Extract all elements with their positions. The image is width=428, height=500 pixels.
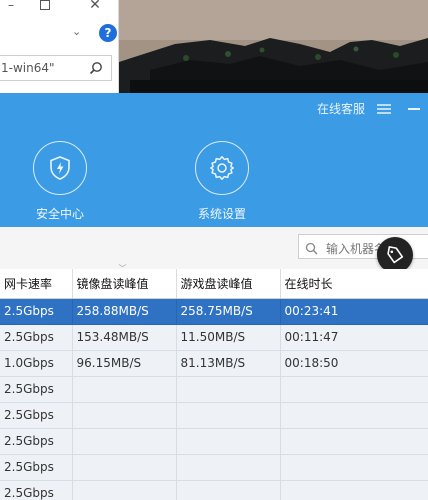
sort-chevron-icon: ﹀	[118, 264, 127, 273]
cell-online-time	[280, 480, 428, 500]
cell-nic-speed: 2.5Gbps	[0, 402, 73, 429]
cell-online-time	[280, 376, 428, 403]
table-row[interactable]: 2.5Gbps 153.48MB/S 11.50MB/S 00:11:47	[0, 324, 428, 351]
hamburger-menu-icon[interactable]	[377, 100, 391, 119]
column-header-label: 在线时长	[284, 276, 333, 291]
column-header-label: 游戏盘读峰值	[180, 276, 253, 291]
search-icon	[305, 240, 318, 259]
cell-game-peak	[176, 428, 281, 455]
nav-security-center[interactable]: 安全中心	[20, 141, 100, 222]
online-service-link[interactable]: 在线客服	[317, 100, 365, 117]
cell-nic-speed: 2.5Gbps	[0, 376, 73, 403]
table-header-row: 网卡速率 ﹀ 镜像盘读峰值 游戏盘读峰值 在线时长	[0, 264, 428, 299]
explorer-search-value: 1-win64"	[1, 61, 55, 75]
column-header-image-peak[interactable]: ﹀ 镜像盘读峰值	[72, 264, 177, 299]
cell-nic-speed: 1.0Gbps	[0, 350, 73, 377]
cell-game-peak: 81.13MB/S	[176, 350, 281, 377]
cell-game-peak: 11.50MB/S	[176, 324, 281, 351]
cell-online-time: 00:18:50	[280, 350, 428, 377]
column-header-online-time[interactable]: 在线时长	[280, 269, 428, 299]
nav-system-settings[interactable]: 系统设置	[182, 141, 262, 222]
filter-bar: 输入机器名	[0, 227, 428, 269]
explorer-window: – ✕ ⌄ ? 1-win64"	[0, 0, 119, 93]
cell-image-peak: 258.88MB/S	[72, 298, 177, 325]
table-row[interactable]: 2.5Gbps	[0, 480, 428, 500]
column-header-label: 网卡速率	[4, 276, 53, 291]
cell-image-peak	[72, 428, 177, 455]
cell-image-peak	[72, 454, 177, 481]
minimize-icon[interactable]: –	[0, 0, 22, 14]
chevron-down-icon[interactable]: ⌄	[72, 25, 81, 38]
cell-game-peak	[176, 376, 281, 403]
column-header-nic-speed[interactable]: 网卡速率	[0, 269, 73, 299]
help-button[interactable]: ?	[99, 24, 117, 42]
nav-settings-label: 系统设置	[197, 207, 246, 221]
table-row[interactable]: 2.5Gbps	[0, 428, 428, 455]
cell-game-peak	[176, 454, 281, 481]
explorer-search-input[interactable]: 1-win64"	[0, 55, 112, 81]
cell-nic-speed: 2.5Gbps	[0, 324, 73, 351]
tag-icon	[387, 246, 404, 264]
cell-image-peak	[72, 480, 177, 500]
table-row[interactable]: 2.5Gbps	[0, 376, 428, 403]
cell-nic-speed: 2.5Gbps	[0, 428, 73, 455]
column-header-label: 镜像盘读峰值	[76, 276, 149, 291]
cell-nic-speed: 2.5Gbps	[0, 298, 73, 325]
close-icon[interactable]: ✕	[84, 0, 106, 14]
shield-lightning-icon	[33, 141, 87, 195]
cell-game-peak	[176, 402, 281, 429]
cell-online-time	[280, 428, 428, 455]
cell-image-peak: 96.15MB/S	[72, 350, 177, 377]
cell-online-time: 00:23:41	[280, 298, 428, 325]
cell-online-time: 00:11:47	[280, 324, 428, 351]
cell-image-peak	[72, 376, 177, 403]
cell-online-time	[280, 402, 428, 429]
cell-online-time	[280, 454, 428, 481]
app-header: 在线客服 安全中心 系统设置	[0, 93, 428, 227]
cell-nic-speed: 2.5Gbps	[0, 454, 73, 481]
cell-game-peak	[176, 480, 281, 500]
cell-image-peak	[72, 402, 177, 429]
cell-game-peak: 258.75MB/S	[176, 298, 281, 325]
nav-security-label: 安全中心	[35, 207, 84, 221]
maximize-icon[interactable]	[34, 0, 56, 14]
gear-icon	[195, 141, 249, 195]
app-minimize-icon[interactable]	[408, 108, 420, 110]
cell-image-peak: 153.48MB/S	[72, 324, 177, 351]
machine-table: 网卡速率 ﹀ 镜像盘读峰值 游戏盘读峰值 在线时长 2.5Gbps 258.88M…	[0, 264, 428, 500]
column-header-game-peak[interactable]: 游戏盘读峰值	[176, 269, 281, 299]
table-row[interactable]: 2.5Gbps 258.88MB/S 258.75MB/S 00:23:41	[0, 298, 428, 325]
table-row[interactable]: 1.0Gbps 96.15MB/S 81.13MB/S 00:18:50	[0, 350, 428, 377]
table-row[interactable]: 2.5Gbps	[0, 454, 428, 481]
search-icon[interactable]	[89, 60, 103, 79]
cell-nic-speed: 2.5Gbps	[0, 480, 73, 500]
table-row[interactable]: 2.5Gbps	[0, 402, 428, 429]
tag-button[interactable]	[377, 237, 413, 273]
